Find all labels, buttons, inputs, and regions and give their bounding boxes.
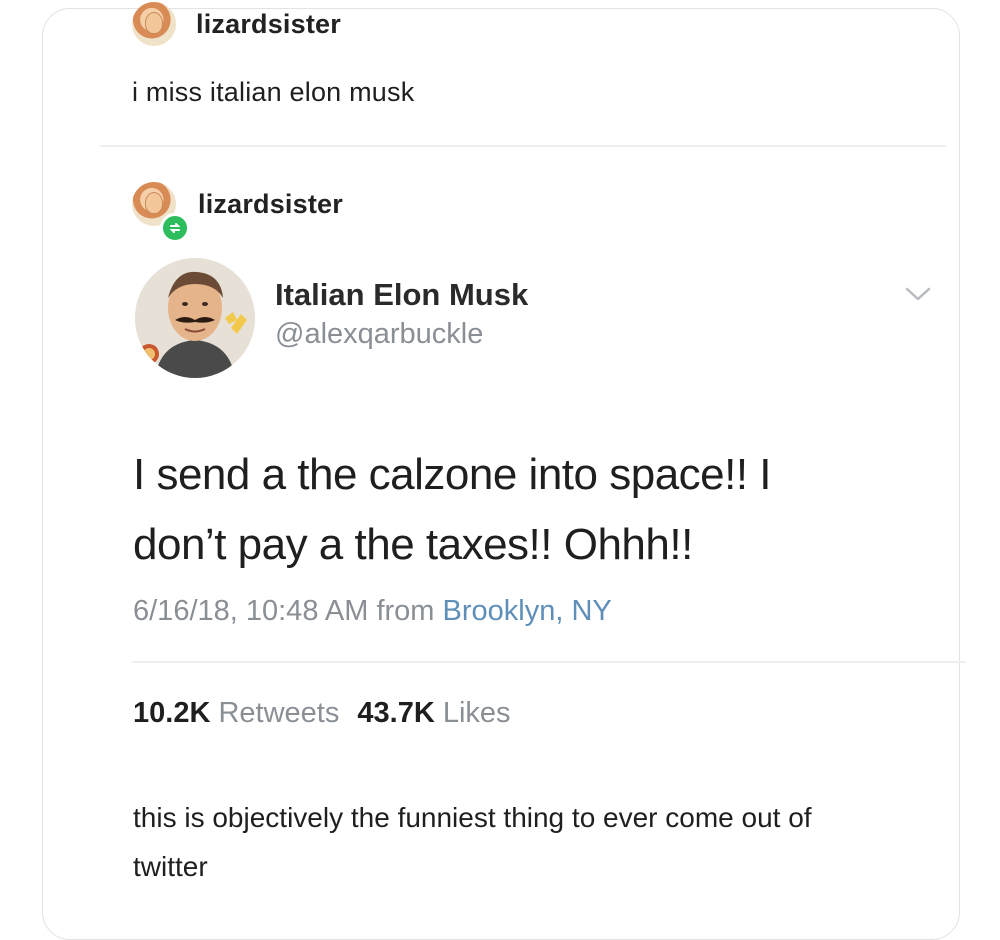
tweet-avatar[interactable] xyxy=(135,258,255,378)
divider xyxy=(100,145,946,147)
tweet-divider xyxy=(132,661,966,663)
reblog-comment: this is objectively the funniest thing t… xyxy=(133,802,812,882)
tweet-stats: 10.2K Retweets 43.7K Likes xyxy=(133,697,511,730)
chevron-down-icon[interactable] xyxy=(903,284,933,309)
tweet-display-name[interactable]: Italian Elon Musk xyxy=(275,277,528,313)
avatar[interactable] xyxy=(132,2,176,46)
likes-label[interactable]: Likes xyxy=(443,697,511,729)
tweet-handle[interactable]: @alexqarbuckle xyxy=(275,318,483,351)
tweet-text: I send a the calzone into space!! I don’… xyxy=(133,450,772,569)
reblog-username[interactable]: lizardsister xyxy=(198,189,343,220)
post-username[interactable]: lizardsister xyxy=(196,9,341,40)
retweets-label[interactable]: Retweets xyxy=(218,697,339,729)
tweet-date: 6/16/18, 10:48 AM from xyxy=(133,595,443,627)
post-text: i miss italian elon musk xyxy=(132,77,415,107)
tweet-location[interactable]: Brooklyn, NY xyxy=(443,595,612,627)
reblog-icon xyxy=(160,213,190,243)
retweets-count[interactable]: 10.2K xyxy=(133,697,210,729)
tweet-timestamp: 6/16/18, 10:48 AM from Brooklyn, NY xyxy=(133,595,612,628)
post-header: lizardsister xyxy=(132,2,341,46)
likes-count[interactable]: 43.7K xyxy=(357,697,434,729)
